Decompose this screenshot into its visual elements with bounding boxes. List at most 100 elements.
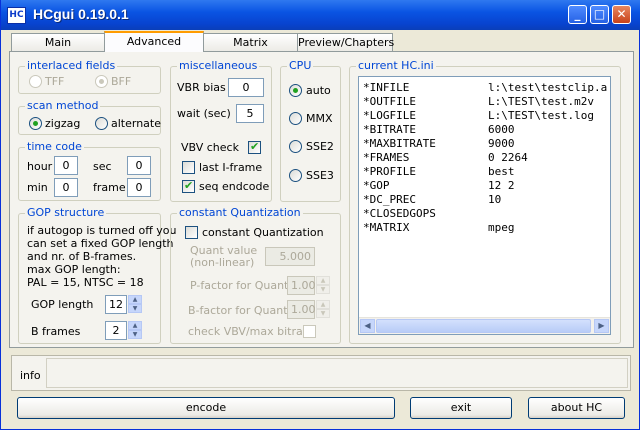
spin-down-icon[interactable]: ▼ [316,309,330,318]
scrollbar-thumb[interactable] [376,319,591,333]
ini-value: L:\TEST\test.log [488,109,594,122]
ini-row: *GOP 12 2 [363,179,515,192]
ini-key: *MATRIX [363,221,410,234]
tff-radio[interactable] [29,75,42,88]
cpu-auto-label: auto [306,84,331,97]
cpu-auto-radio[interactable] [289,84,302,97]
tab-preview-chapters[interactable]: Preview/Chapters [297,33,394,51]
ini-key: *MAXBITRATE [363,137,436,150]
ini-row: *MAXBITRATE 9000 [363,137,515,150]
ini-row: *INFILE l:\test\testclip.a [363,81,607,94]
spin-down-icon[interactable]: ▼ [316,285,330,294]
b-factor-input[interactable]: 1.00 [287,300,316,319]
ini-row: *CLOSEDGOPS [363,207,488,220]
gop-length-stepper[interactable]: ▲ ▼ [128,295,142,314]
exit-button[interactable]: exit [410,397,512,419]
scroll-left-icon[interactable]: ◀ [360,319,375,333]
window-title: HCgui 0.19.0.1 [33,6,129,22]
zigzag-radio[interactable] [29,117,42,130]
tff-label: TFF [45,75,65,88]
wait-label: wait (sec) [177,107,231,120]
ini-value: mpeg [488,221,515,234]
miscellaneous-title: miscellaneous [177,59,260,72]
gop-structure-title: GOP structure [25,206,107,219]
time-code-title: time code [25,140,84,153]
alternate-radio[interactable] [95,117,108,130]
cpu-sse3-radio[interactable] [289,169,302,182]
spin-up-icon[interactable]: ▲ [128,321,142,330]
min-input[interactable]: 0 [54,178,78,197]
seq-endcode-checkbox[interactable] [182,179,195,193]
tab-matrix[interactable]: Matrix [203,33,298,51]
app-icon[interactable]: HC [7,7,26,24]
scan-method-title: scan method [25,99,101,112]
scroll-right-icon[interactable]: ▶ [594,319,609,333]
b-factor-label: B-factor for Quant [188,304,288,317]
spin-up-icon[interactable]: ▲ [316,300,330,309]
constant-quantization-label: constant Quantization [202,226,324,239]
bff-label: BFF [111,75,132,88]
alternate-label: alternate [111,117,161,130]
vbv-check-label: VBV check [181,141,239,154]
spin-down-icon[interactable]: ▼ [128,330,142,339]
b-frames-label: B frames [31,325,81,338]
wait-input[interactable]: 5 [236,104,264,123]
spin-up-icon[interactable]: ▲ [316,276,330,285]
ini-row: *OUTFILE L:\TEST\test.m2v [363,95,594,108]
gop-description-line: max GOP length: [27,263,121,276]
check-vbv-label: check VBV/max bitrate [188,325,314,338]
encode-button[interactable]: encode [17,397,395,419]
info-text [46,358,628,388]
horizontal-scrollbar[interactable]: ◀ ▶ [359,317,610,334]
frame-label: frame [93,181,126,194]
p-factor-stepper[interactable]: ▲ ▼ [316,276,330,295]
interlaced-fields-title: interlaced fields [25,59,118,72]
gop-length-label: GOP length [31,298,94,311]
ini-key: *BITRATE [363,123,416,136]
cpu-sse2-label: SSE2 [306,140,334,153]
b-frames-stepper[interactable]: ▲ ▼ [128,321,142,340]
ini-value: 6000 [488,123,515,136]
title-bar[interactable]: HC HCgui 0.19.0.1 _ □ ✕ [1,0,640,30]
time-code-group: time code hour 0 sec 0 min 0 frame 0 [18,140,161,201]
ini-value: 9000 [488,137,515,150]
hour-input[interactable]: 0 [54,156,78,175]
close-button[interactable]: ✕ [612,5,631,24]
tab-main[interactable]: Main [11,33,105,51]
ini-key: *OUTFILE [363,95,416,108]
gop-structure-group: GOP structure if autogop is turned off y… [18,206,177,344]
last-iframe-label: last I-frame [199,161,263,174]
p-factor-input[interactable]: 1.00 [287,276,316,295]
b-frames-input[interactable]: 2 [105,321,127,340]
ini-key: *PROFILE [363,165,416,178]
ini-value: best [488,165,515,178]
sec-label: sec [93,160,112,173]
bff-radio[interactable] [95,75,108,88]
gop-description-line: if autogop is turned off you [27,224,177,237]
vbv-check-checkbox[interactable] [248,140,261,154]
spin-down-icon[interactable]: ▼ [128,304,142,313]
vbr-bias-input[interactable]: 0 [228,78,264,97]
last-iframe-checkbox[interactable] [182,161,195,174]
cpu-mmx-radio[interactable] [289,112,302,125]
maximize-button[interactable]: □ [590,5,609,24]
gop-length-input[interactable]: 12 [105,295,127,314]
ini-row: *LOGFILE L:\TEST\test.log [363,109,594,122]
check-vbv-checkbox[interactable] [303,325,316,338]
b-factor-stepper[interactable]: ▲ ▼ [316,300,330,319]
hour-label: hour [27,160,53,173]
cpu-sse2-radio[interactable] [289,140,302,153]
minimize-button[interactable]: _ [568,5,587,24]
constant-quantization-checkbox[interactable] [185,226,198,239]
ini-value: L:\TEST\test.m2v [488,95,594,108]
ini-memo[interactable]: *INFILE l:\test\testclip.a *OUTFILE L:\TES… [358,76,611,335]
zigzag-label: zigzag [45,117,81,130]
p-factor-label: P-factor for Quant [190,279,289,292]
frame-input[interactable]: 0 [127,178,151,197]
quant-value-input[interactable]: 5.000 [265,247,315,266]
about-hc-button[interactable]: about HC [528,397,625,419]
gop-description-line: can set a fixed GOP length [27,237,174,250]
tab-advanced[interactable]: Advanced [104,31,204,52]
sec-input[interactable]: 0 [127,156,151,175]
spin-up-icon[interactable]: ▲ [128,295,142,304]
